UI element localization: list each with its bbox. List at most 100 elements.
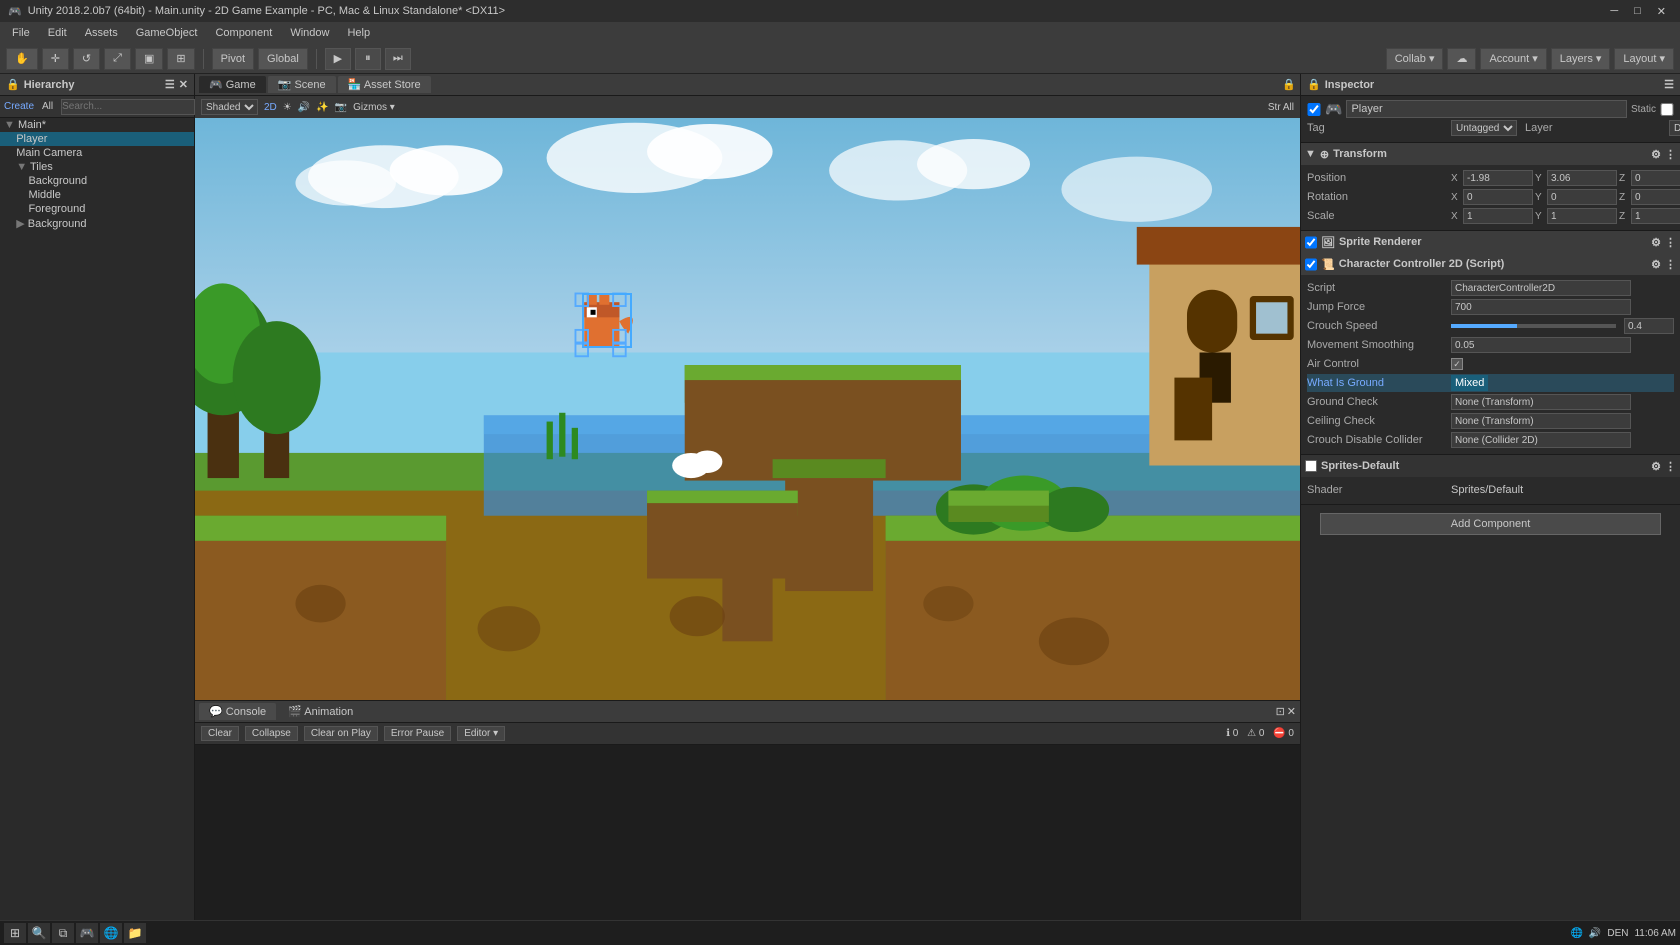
unity-taskbar-btn[interactable]: 🎮 (76, 923, 98, 943)
str-all-btn[interactable]: Str All (1268, 102, 1294, 113)
menu-component[interactable]: Component (207, 25, 280, 41)
cloud-btn[interactable]: ☁ (1447, 48, 1476, 70)
gizmos-btn[interactable]: Gizmos ▾ (353, 102, 395, 113)
pivot-btn[interactable]: Pivot (212, 48, 254, 70)
scale-y-field[interactable] (1547, 208, 1617, 224)
play-btn[interactable]: ▶ (325, 48, 351, 70)
explorer-taskbar-btn[interactable]: 📁 (124, 923, 146, 943)
windows-btn[interactable]: ⊞ (4, 923, 26, 943)
menu-window[interactable]: Window (282, 25, 337, 41)
tab-scene[interactable]: 📷 Scene (268, 76, 336, 93)
scale-z-field[interactable] (1631, 208, 1680, 224)
script-field[interactable] (1451, 280, 1631, 296)
cc-settings-icon[interactable]: ⚙ (1651, 258, 1661, 271)
tag-select[interactable]: Untagged (1451, 120, 1517, 136)
menu-help[interactable]: Help (339, 25, 378, 41)
menu-file[interactable]: File (4, 25, 38, 41)
hierarchy-search[interactable] (61, 99, 195, 115)
tab-game[interactable]: 🎮 Game (199, 76, 266, 93)
crouch-speed-field[interactable] (1624, 318, 1674, 334)
collab-btn[interactable]: Collab ▾ (1386, 48, 1444, 70)
transform-settings-icon[interactable]: ⚙ (1651, 148, 1661, 161)
shading-mode-select[interactable]: Shaded (201, 99, 258, 115)
pause-btn[interactable]: ⏸ (355, 48, 381, 70)
crouch-speed-slider[interactable] (1451, 324, 1616, 328)
audio-icon[interactable]: 🔊 (298, 102, 310, 113)
rotate-tool-btn[interactable]: ↺ (73, 48, 100, 70)
console-warn-icon[interactable]: ⚠ 0 (1247, 728, 1264, 739)
jump-force-field[interactable] (1451, 299, 1631, 315)
global-btn[interactable]: Global (258, 48, 308, 70)
bottom-maximize-icon[interactable]: ⊡ (1276, 705, 1285, 718)
rect-tool-btn[interactable]: ▣ (135, 48, 163, 70)
player-active-checkbox[interactable] (1307, 103, 1321, 116)
transform-header[interactable]: ▼ ⊕ Transform ⚙ ⋮ (1301, 143, 1680, 165)
sprite-renderer-header[interactable]: 🖼 Sprite Renderer ⚙ ⋮ (1301, 231, 1680, 253)
hierarchy-item-background2[interactable]: ▶ Background (0, 216, 194, 231)
hierarchy-item-maincamera[interactable]: Main Camera (0, 146, 194, 160)
what-is-ground-dropdown[interactable]: Mixed (1451, 375, 1488, 391)
pos-z-field[interactable] (1631, 170, 1680, 186)
ground-check-field[interactable] (1451, 394, 1631, 410)
task-view-btn[interactable]: ⧉ (52, 923, 74, 943)
move-tool-btn[interactable]: ✛ (42, 48, 69, 70)
clear-btn[interactable]: Clear (201, 726, 239, 741)
minimize-btn[interactable]: ─ (1604, 5, 1624, 18)
sprite-renderer-checkbox[interactable] (1305, 236, 1317, 249)
view-lock-icon[interactable]: 🔒 (1282, 78, 1296, 91)
scale-x-field[interactable] (1463, 208, 1533, 224)
player-name-field[interactable] (1346, 100, 1627, 118)
error-pause-btn[interactable]: Error Pause (384, 726, 451, 741)
sprite-renderer-settings-icon[interactable]: ⚙ (1651, 236, 1661, 249)
console-info-icon[interactable]: ℹ 0 (1226, 728, 1238, 739)
layout-btn[interactable]: Layout ▾ (1614, 48, 1674, 70)
rot-y-field[interactable] (1547, 189, 1617, 205)
hierarchy-close-icon[interactable]: ✕ (179, 78, 188, 91)
search-btn[interactable]: 🔍 (28, 923, 50, 943)
pos-x-field[interactable] (1463, 170, 1533, 186)
sprites-overflow-icon[interactable]: ⋮ (1665, 460, 1676, 473)
transform-tool-btn[interactable]: ⊞ (167, 48, 194, 70)
layer-select[interactable]: Default (1669, 120, 1680, 136)
lighting-icon[interactable]: ☀ (283, 102, 292, 113)
console-error-icon[interactable]: ⛔ 0 (1273, 728, 1294, 739)
air-control-checkbox[interactable]: ✓ (1451, 358, 1463, 370)
clear-on-play-btn[interactable]: Clear on Play (304, 726, 378, 741)
tab-animation[interactable]: 🎬 Animation (278, 703, 363, 720)
menu-edit[interactable]: Edit (40, 25, 75, 41)
inspector-menu-icon[interactable]: ☰ (1664, 78, 1674, 91)
add-component-btn[interactable]: Add Component (1320, 513, 1661, 535)
sprites-settings-icon[interactable]: ⚙ (1651, 460, 1661, 473)
pos-y-field[interactable] (1547, 170, 1617, 186)
rot-z-field[interactable] (1631, 189, 1680, 205)
tab-asset-store[interactable]: 🏪 Asset Store (338, 76, 431, 93)
hierarchy-item-foreground[interactable]: Foreground (0, 202, 194, 216)
hierarchy-item-main[interactable]: ▼ Main* (0, 118, 194, 132)
layers-btn[interactable]: Layers ▾ (1551, 48, 1611, 70)
dimension-2d[interactable]: 2D (264, 102, 277, 113)
bottom-close-icon[interactable]: ✕ (1287, 705, 1296, 718)
hierarchy-item-player[interactable]: Player (0, 132, 194, 146)
hierarchy-item-background1[interactable]: Background (0, 174, 194, 188)
step-btn[interactable]: ⏭ (385, 48, 411, 70)
sprites-default-header[interactable]: Sprites-Default ⚙ ⋮ (1301, 455, 1680, 477)
close-btn[interactable]: ✕ (1651, 5, 1672, 18)
rot-x-field[interactable] (1463, 189, 1533, 205)
hierarchy-item-middle[interactable]: Middle (0, 188, 194, 202)
menu-assets[interactable]: Assets (77, 25, 126, 41)
crouch-disable-field[interactable] (1451, 432, 1631, 448)
collapse-btn[interactable]: Collapse (245, 726, 298, 741)
editor-btn[interactable]: Editor ▾ (457, 726, 505, 741)
tab-console[interactable]: 💬 Console (199, 703, 276, 720)
movement-smoothing-field[interactable] (1451, 337, 1631, 353)
character-controller-header[interactable]: 📜 Character Controller 2D (Script) ⚙ ⋮ (1301, 253, 1680, 275)
create-btn[interactable]: Create (4, 101, 34, 112)
scale-tool-btn[interactable]: ⤢ (104, 48, 131, 70)
static-checkbox[interactable] (1660, 103, 1674, 116)
chrome-taskbar-btn[interactable]: 🌐 (100, 923, 122, 943)
all-btn[interactable]: All (42, 101, 53, 112)
sprite-renderer-overflow-icon[interactable]: ⋮ (1665, 236, 1676, 249)
fx-icon[interactable]: ✨ (316, 102, 328, 113)
transform-overflow-icon[interactable]: ⋮ (1665, 148, 1676, 161)
hand-tool-btn[interactable]: ✋ (6, 48, 38, 70)
